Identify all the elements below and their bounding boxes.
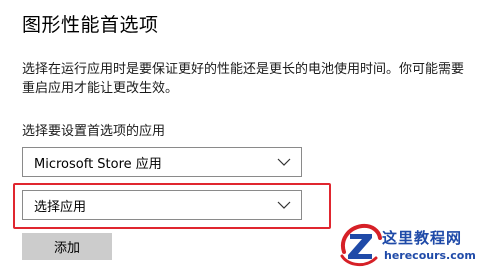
- highlight-annotation-box: [13, 183, 331, 229]
- page-description: 选择在运行应用时是要保证更好的性能还是更长的电池使用时间。你可能需要重启应用才能…: [22, 62, 465, 96]
- watermark-title: 这里教程网: [382, 229, 463, 247]
- app-type-dropdown[interactable]: Microsoft Store 应用: [22, 147, 302, 177]
- watermark-domain: herecours.com: [384, 249, 476, 262]
- add-button[interactable]: 添加: [22, 233, 112, 260]
- z-logo-icon: [340, 223, 382, 266]
- chevron-down-icon: [277, 158, 291, 166]
- watermark: 这里教程网 herecours.com: [338, 222, 479, 270]
- app-type-dropdown-value: Microsoft Store 应用: [34, 156, 162, 172]
- app-picker-label: 选择要设置首选项的应用: [22, 124, 166, 139]
- page-title: 图形性能首选项: [22, 14, 159, 36]
